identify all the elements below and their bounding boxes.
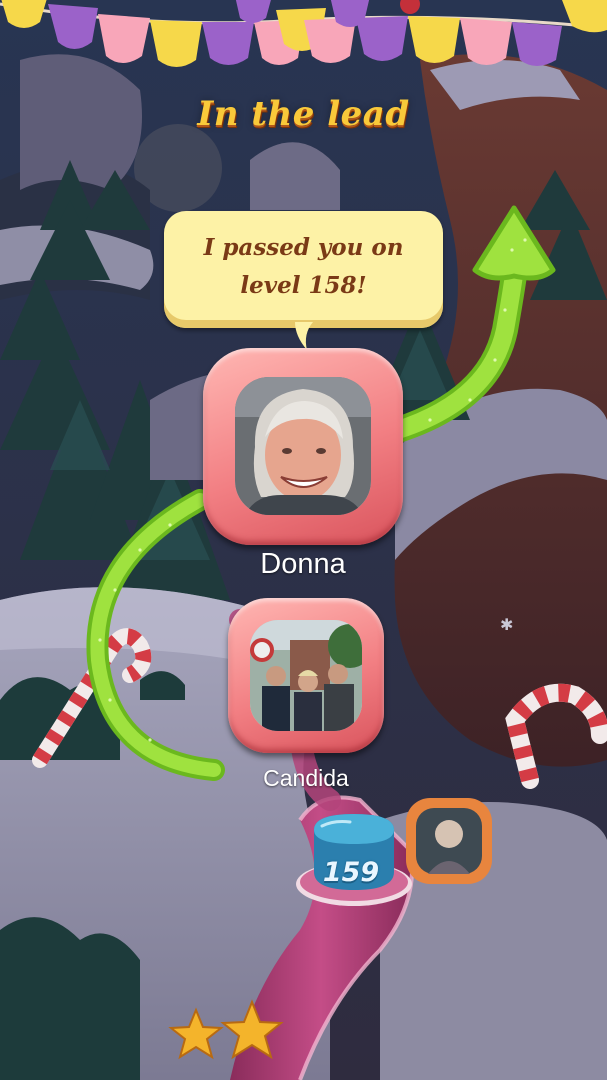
leader-avatar-photo [235,377,371,515]
passed-name: Candida [263,765,349,791]
page-title: In the lead [197,94,410,134]
leader-avatar [235,377,371,515]
leader-avatar-frame[interactable] [203,348,403,545]
passed-avatar [250,620,362,731]
game-screen: ✱ In the lead I passed you on level 158!… [0,0,607,1080]
leader-name: Donna [260,548,346,580]
level-number: 159 [322,857,380,888]
svg-text:✱: ✱ [500,615,513,634]
speech-bubble-text: I passed you on level 158! [203,233,404,299]
friend-marker-small[interactable] [406,798,492,884]
passed-avatar-frame[interactable] [228,598,384,753]
passed-avatar-photo [250,620,362,731]
speech-bubble: I passed you on level 158! [164,211,443,328]
